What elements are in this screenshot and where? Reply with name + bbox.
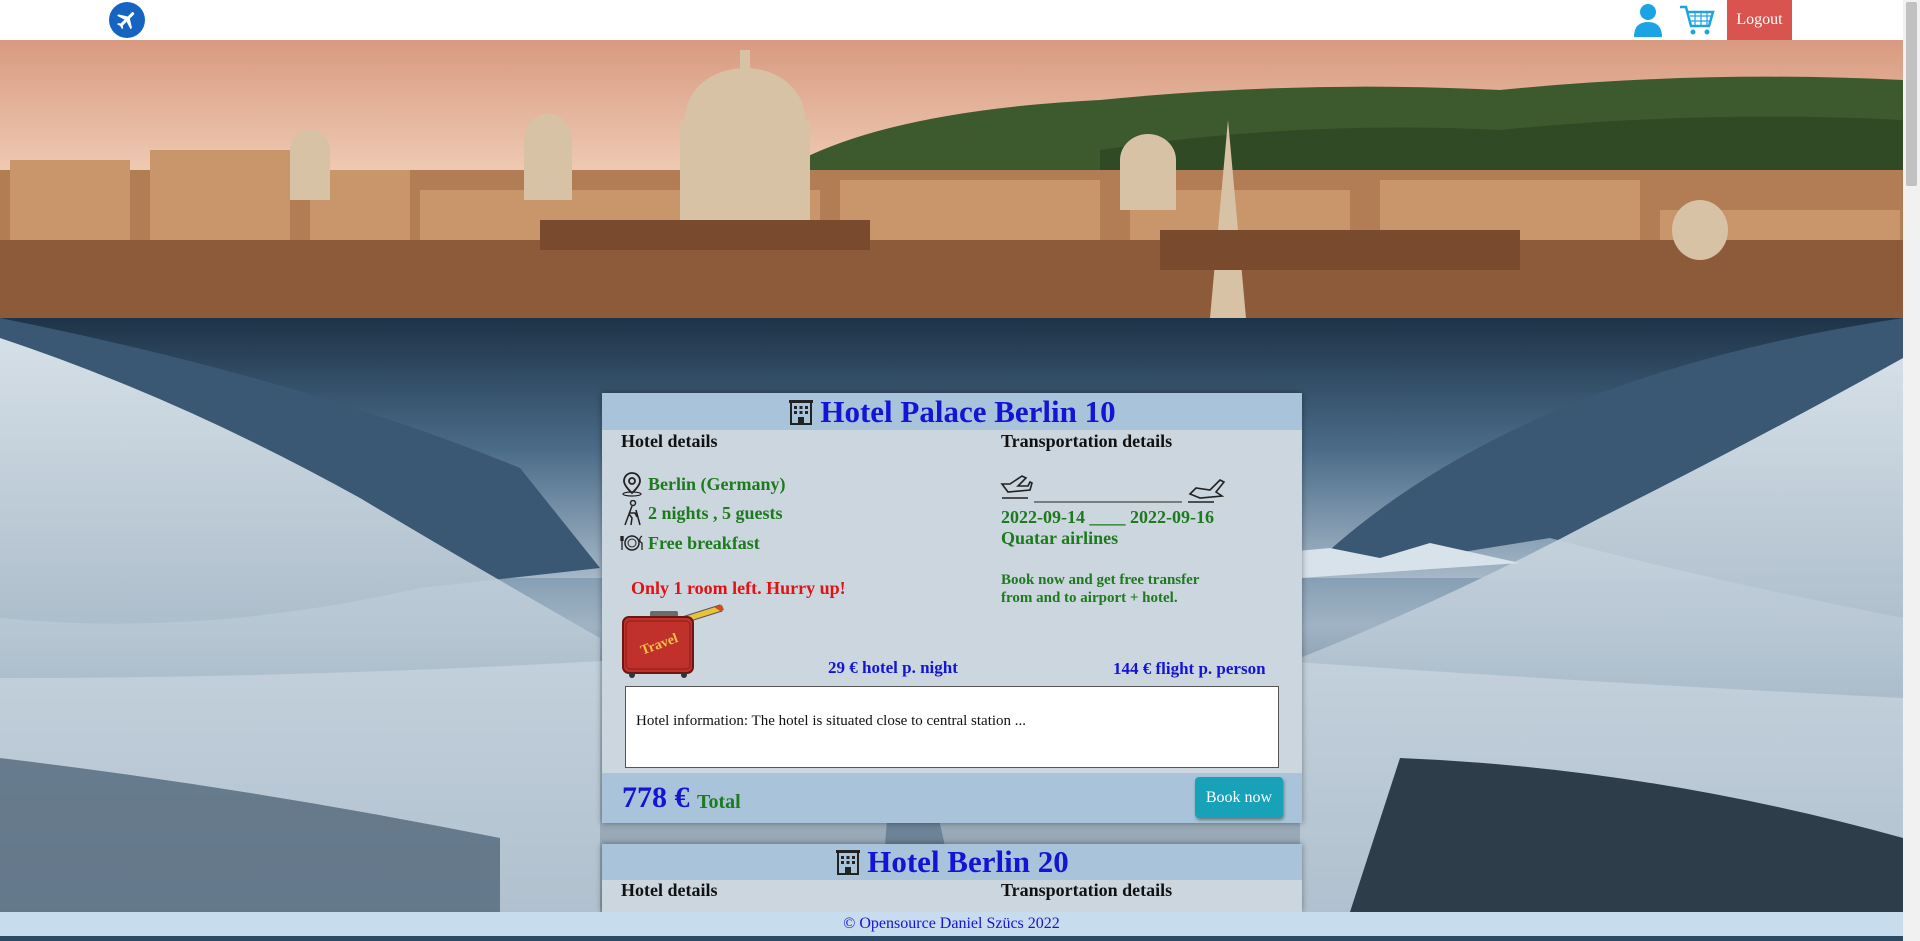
card-header: Hotel Palace Berlin 10 bbox=[602, 393, 1302, 430]
arrival-plane-icon bbox=[1188, 479, 1225, 503]
footer-copyright: © Opensource Daniel Szücs 2022 bbox=[843, 915, 1060, 932]
hotel-details-heading: Hotel details bbox=[621, 431, 718, 451]
book-now-button[interactable]: Book now bbox=[1195, 777, 1283, 818]
scrollbar-thumb[interactable] bbox=[1906, 2, 1917, 186]
airplane-icon[interactable] bbox=[109, 2, 145, 38]
stay-text: 2 nights , 5 guests bbox=[648, 502, 783, 523]
hotel-details-heading: Hotel details bbox=[621, 880, 718, 900]
hotel-title: Hotel Berlin 20 bbox=[867, 844, 1069, 879]
urgency-message: Only 1 room left. Hurry up! bbox=[631, 578, 846, 598]
location-text: Berlin (Germany) bbox=[648, 473, 786, 494]
flight-route-icons bbox=[1000, 475, 1225, 503]
airline-name: Quatar airlines bbox=[1001, 528, 1119, 548]
top-navbar: Logout bbox=[0, 0, 1903, 40]
total-label: Total bbox=[697, 791, 741, 813]
page-footer: © Opensource Daniel Szücs 2022 bbox=[0, 912, 1903, 936]
location-row: Berlin (Germany) bbox=[620, 471, 785, 497]
meal-row: Free breakfast bbox=[620, 530, 760, 556]
map-pin-icon bbox=[622, 472, 642, 497]
cart-icon[interactable] bbox=[1679, 4, 1715, 36]
hotel-card: Hotel Berlin 20 Hotel details Transporta… bbox=[602, 844, 1302, 912]
total-price: 778 € bbox=[622, 781, 690, 814]
stay-row: 2 nights , 5 guests bbox=[620, 500, 783, 526]
logout-button[interactable]: Logout bbox=[1727, 0, 1792, 40]
transportation-details-heading: Transportation details bbox=[1001, 880, 1173, 900]
price-per-night: 29 € hotel p. night bbox=[828, 658, 958, 677]
transportation-details-heading: Transportation details bbox=[1001, 431, 1173, 451]
hotel-information-text: Hotel information: The hotel is situated… bbox=[636, 713, 1027, 729]
plate-cutlery-icon bbox=[620, 535, 643, 551]
user-icon[interactable] bbox=[1633, 3, 1663, 37]
promo-message: Book now and get free transfer from and … bbox=[1001, 572, 1200, 606]
hotel-information-box: Hotel information: The hotel is situated… bbox=[625, 686, 1279, 768]
hotel-title: Hotel Palace Berlin 10 bbox=[820, 393, 1116, 429]
travel-dates: 2022-09-14 ____ 2022-09-16 bbox=[1001, 507, 1214, 527]
bottom-edge bbox=[0, 936, 1903, 941]
hiker-icon bbox=[624, 500, 641, 526]
travel-suitcase-icon: Travel bbox=[622, 604, 724, 678]
card-header: Hotel Berlin 20 bbox=[602, 844, 1302, 880]
hotel-building-icon bbox=[836, 850, 861, 875]
hero-banner-image bbox=[0, 40, 1903, 318]
hotel-card: Hotel Palace Berlin 10 Hotel details Tra… bbox=[602, 393, 1302, 823]
meal-text: Free breakfast bbox=[648, 532, 760, 553]
departure-plane-icon bbox=[1000, 475, 1033, 499]
hotel-building-icon bbox=[789, 399, 814, 425]
price-per-flight: 144 € flight p. person bbox=[1113, 659, 1266, 678]
